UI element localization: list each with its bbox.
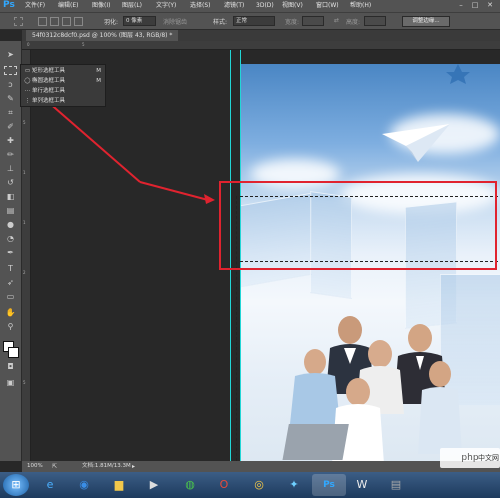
marquee-tool-flyout: ▭ 矩形选框工具 M ◯椭圆选框工具 M ⋯ 单行选框工具 ⋮ 单列选框工具	[20, 64, 106, 107]
ie-browser-icon[interactable]: e	[36, 474, 64, 496]
network-app-icon[interactable]: ✦	[280, 474, 308, 496]
flyout-item-ellipse-marquee[interactable]: ◯椭圆选框工具 M	[23, 76, 105, 86]
word-icon[interactable]: W	[348, 474, 376, 496]
status-share-icon[interactable]: ⇱	[52, 461, 57, 472]
flyout-label: 矩形选框工具	[32, 68, 66, 74]
media-player-icon[interactable]: ▶	[140, 474, 168, 496]
flyout-label: 椭圆选框工具	[32, 78, 66, 84]
zoom-level[interactable]: 100%	[27, 461, 43, 472]
qq-browser-icon[interactable]: ◉	[70, 474, 98, 496]
status-arrow-icon[interactable]: ▸	[132, 461, 135, 472]
360-browser-icon[interactable]: ◍	[176, 474, 204, 496]
start-button-icon[interactable]: ⊞	[3, 474, 29, 496]
flyout-label: 单列选框工具	[32, 98, 66, 104]
document-size: 文档:1.81M/13.3M	[82, 463, 131, 469]
single-col-icon: ⋮	[24, 98, 31, 104]
rect-marquee-icon: ▭	[24, 68, 31, 74]
flyout-item-single-col[interactable]: ⋮ 单列选框工具	[23, 96, 105, 106]
watermark-cn: 中文网	[478, 454, 499, 462]
file-explorer-icon[interactable]: ▆	[105, 474, 133, 496]
opera-icon[interactable]: O	[210, 474, 238, 496]
ellipse-marquee-icon: ◯	[24, 78, 31, 84]
flyout-shortcut: M	[96, 78, 101, 84]
flyout-shortcut: M	[96, 68, 101, 74]
windows-taskbar: ⊞ e ◉ ▆ ▶ ◍ O ◎ ✦ Ps W ▤	[0, 472, 500, 498]
flyout-item-rect-marquee[interactable]: ▭ 矩形选框工具 M	[23, 66, 105, 76]
flyout-label: 单行选框工具	[32, 88, 66, 94]
photoshop-taskbar-icon[interactable]: Ps	[312, 474, 346, 496]
chrome-icon[interactable]: ◎	[245, 474, 273, 496]
flyout-item-single-row[interactable]: ⋯ 单行选框工具	[23, 86, 105, 96]
status-bar: 100% ⇱ 文档:1.81M/13.3M ▸	[22, 461, 500, 472]
app-icon[interactable]: ▤	[382, 474, 410, 496]
single-row-icon: ⋯	[24, 88, 31, 94]
